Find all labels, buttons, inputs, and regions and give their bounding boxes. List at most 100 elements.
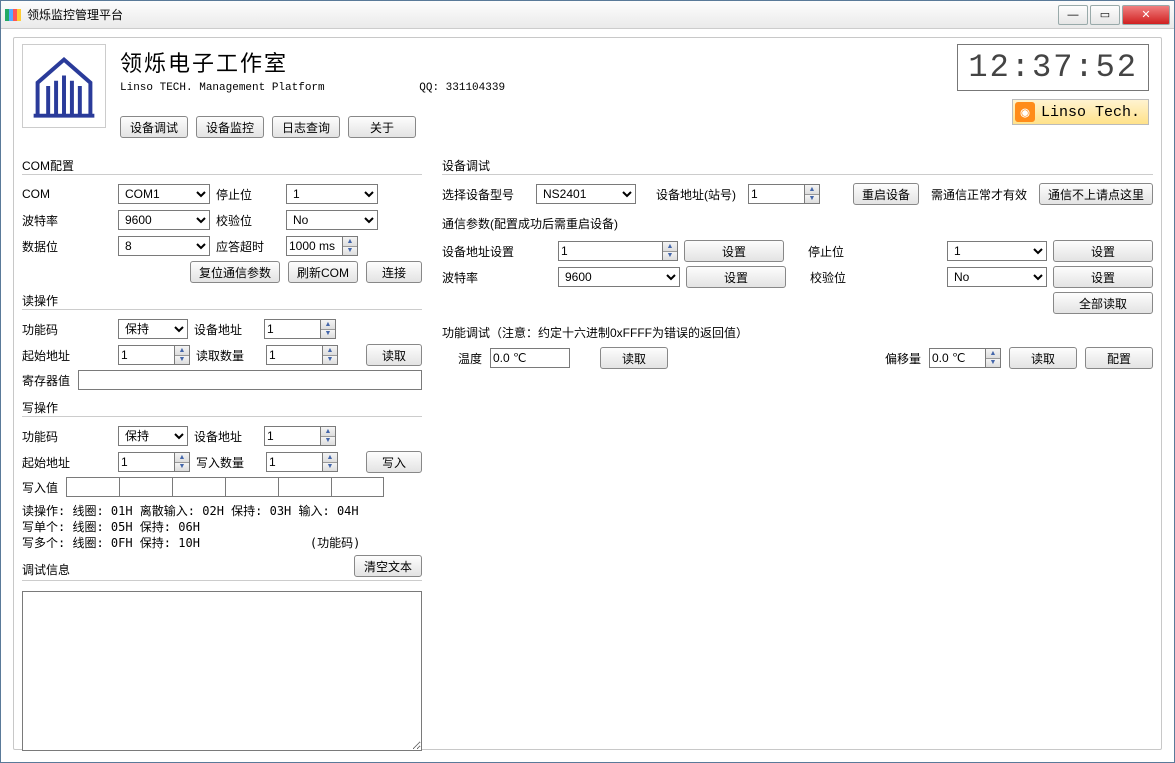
app-window: 领烁监控管理平台 — ▭ ✕ 领烁电子工作室 Linso TECH bbox=[0, 0, 1175, 763]
write-value-4[interactable] bbox=[225, 477, 278, 497]
linso-badge: ◉ Linso Tech. bbox=[1012, 99, 1149, 125]
offset-spinner[interactable]: ▲▼ bbox=[929, 348, 1001, 368]
timeout-spinner[interactable]: ▲▼ bbox=[286, 236, 358, 256]
comm-parity-label: 校验位 bbox=[792, 269, 862, 286]
device-debug-button[interactable]: 设备调试 bbox=[120, 116, 188, 138]
write-func-select[interactable]: 保持 bbox=[118, 426, 188, 446]
write-func-label: 功能码 bbox=[22, 428, 112, 445]
comm-baud-select[interactable]: 9600 bbox=[558, 267, 680, 287]
reset-comm-button[interactable]: 复位通信参数 bbox=[190, 261, 280, 283]
logo bbox=[22, 44, 106, 128]
read-addr-spinner[interactable]: ▲▼ bbox=[264, 319, 336, 339]
debug-textarea[interactable] bbox=[22, 591, 422, 751]
write-value-1[interactable] bbox=[66, 477, 119, 497]
read-start-label: 起始地址 bbox=[22, 347, 112, 364]
read-op-group: 读操作 bbox=[22, 291, 422, 310]
write-value-label: 写入值 bbox=[22, 479, 66, 496]
databits-label: 数据位 bbox=[22, 238, 112, 255]
brand-subtitle: Linso TECH. Management Platform QQ: 3311… bbox=[120, 82, 505, 94]
window-title: 领烁监控管理平台 bbox=[27, 6, 123, 23]
temp-input[interactable] bbox=[490, 348, 570, 368]
comm-stop-select[interactable]: 1 bbox=[947, 241, 1047, 261]
refresh-com-button[interactable]: 刷新COM bbox=[288, 261, 358, 283]
header-right: 12:37:52 ◉ Linso Tech. bbox=[957, 44, 1153, 125]
set-parity-button[interactable]: 设置 bbox=[1053, 266, 1153, 288]
offset-read-button[interactable]: 读取 bbox=[1009, 347, 1077, 369]
write-start-spinner[interactable]: ▲▼ bbox=[118, 452, 190, 472]
about-button[interactable]: 关于 bbox=[348, 116, 416, 138]
debug-info-group: 调试信息 清空文本 bbox=[22, 557, 422, 581]
model-label: 选择设备型号 bbox=[442, 186, 530, 203]
baud-select[interactable]: 9600 bbox=[118, 210, 210, 230]
write-value-2[interactable] bbox=[119, 477, 172, 497]
minimize-button[interactable]: — bbox=[1058, 5, 1088, 25]
read-start-spinner[interactable]: ▲▼ bbox=[118, 345, 190, 365]
read-addr-label: 设备地址 bbox=[194, 321, 258, 338]
device-debug-group: 设备调试 bbox=[442, 156, 1153, 175]
write-op-group: 写操作 bbox=[22, 398, 422, 417]
stopbit-select[interactable]: 1 bbox=[286, 184, 378, 204]
set-addr-button[interactable]: 设置 bbox=[684, 240, 784, 262]
write-start-label: 起始地址 bbox=[22, 454, 112, 471]
clear-text-button[interactable]: 清空文本 bbox=[354, 555, 422, 577]
dev-addr-set-spinner[interactable]: ▲▼ bbox=[558, 241, 678, 261]
titlebar: 领烁监控管理平台 — ▭ ✕ bbox=[1, 1, 1174, 29]
dev-addr-set-label: 设备地址设置 bbox=[442, 243, 552, 260]
set-baud-button[interactable]: 设置 bbox=[686, 266, 786, 288]
comm-stop-label: 停止位 bbox=[790, 243, 860, 260]
log-query-button[interactable]: 日志查询 bbox=[272, 116, 340, 138]
func-debug-group: 功能调试（注意：约定十六进制0xFFFF为错误的返回值） bbox=[442, 324, 1153, 341]
maximize-button[interactable]: ▭ bbox=[1090, 5, 1120, 25]
offset-label: 偏移量 bbox=[885, 350, 921, 367]
read-button[interactable]: 读取 bbox=[366, 344, 422, 366]
read-count-spinner[interactable]: ▲▼ bbox=[266, 345, 338, 365]
write-count-spinner[interactable]: ▲▼ bbox=[266, 452, 338, 472]
connect-button[interactable]: 连接 bbox=[366, 261, 422, 283]
timeout-label: 应答超时 bbox=[216, 238, 280, 255]
qq-label: QQ: 331104339 bbox=[419, 82, 505, 94]
close-button[interactable]: ✕ bbox=[1122, 5, 1170, 25]
stopbit-label: 停止位 bbox=[216, 186, 280, 203]
parity-select[interactable]: No bbox=[286, 210, 378, 230]
comm-baud-label: 波特率 bbox=[442, 269, 552, 286]
read-all-button[interactable]: 全部读取 bbox=[1053, 292, 1153, 314]
device-monitor-button[interactable]: 设备监控 bbox=[196, 116, 264, 138]
write-value-5[interactable] bbox=[278, 477, 331, 497]
write-count-label: 写入数量 bbox=[196, 454, 260, 471]
brand: 领烁电子工作室 Linso TECH. Management Platform … bbox=[120, 44, 505, 138]
set-stop-button[interactable]: 设置 bbox=[1053, 240, 1153, 262]
write-value-6[interactable] bbox=[331, 477, 384, 497]
brand-title: 领烁电子工作室 bbox=[120, 46, 505, 78]
device-addr-label: 设备地址(站号) bbox=[642, 186, 742, 203]
register-value-input[interactable] bbox=[78, 370, 422, 390]
write-button[interactable]: 写入 bbox=[366, 451, 422, 473]
read-func-label: 功能码 bbox=[22, 321, 112, 338]
app-body: 领烁电子工作室 Linso TECH. Management Platform … bbox=[13, 37, 1162, 750]
comm-params-group: 通信参数(配置成功后需重启设备) bbox=[442, 215, 1153, 232]
restart-note: 需通信正常才有效 bbox=[925, 186, 1033, 203]
com-config-group: COM配置 bbox=[22, 156, 422, 175]
temp-read-button[interactable]: 读取 bbox=[600, 347, 668, 369]
swirl-icon: ◉ bbox=[1015, 102, 1035, 122]
main-content: COM配置 COM COM1 停止位 1 波特率 9600 校验位 No 数据位… bbox=[22, 150, 1153, 754]
clock-display: 12:37:52 bbox=[957, 44, 1149, 91]
com-select[interactable]: COM1 bbox=[118, 184, 210, 204]
write-addr-spinner[interactable]: ▲▼ bbox=[264, 426, 336, 446]
read-func-select[interactable]: 保持 bbox=[118, 319, 188, 339]
device-addr-spinner[interactable]: ▲▼ bbox=[748, 184, 820, 204]
databits-select[interactable]: 8 bbox=[118, 236, 210, 256]
comm-help-button[interactable]: 通信不上请点这里 bbox=[1039, 183, 1153, 205]
parity-label: 校验位 bbox=[216, 212, 280, 229]
write-value-3[interactable] bbox=[172, 477, 225, 497]
restart-device-button[interactable]: 重启设备 bbox=[853, 183, 919, 205]
offset-config-button[interactable]: 配置 bbox=[1085, 347, 1153, 369]
right-column: 设备调试 选择设备型号 NS2401 设备地址(站号) ▲▼ 重启设备 需通信正… bbox=[442, 150, 1153, 754]
model-select[interactable]: NS2401 bbox=[536, 184, 636, 204]
com-label: COM bbox=[22, 187, 112, 201]
comm-parity-select[interactable]: No bbox=[947, 267, 1047, 287]
baud-label: 波特率 bbox=[22, 212, 112, 229]
function-code-help: 读操作: 线圈: 01H 离散输入: 02H 保持: 03H 输入: 04H 写… bbox=[22, 503, 422, 551]
header: 领烁电子工作室 Linso TECH. Management Platform … bbox=[22, 44, 1153, 144]
temp-label: 温度 bbox=[442, 350, 482, 367]
left-column: COM配置 COM COM1 停止位 1 波特率 9600 校验位 No 数据位… bbox=[22, 150, 422, 754]
